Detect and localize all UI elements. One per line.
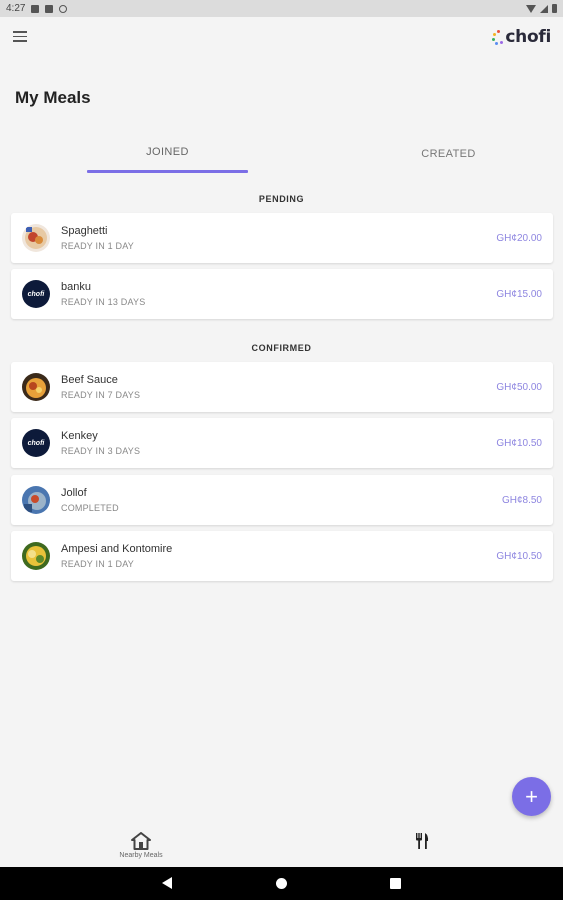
- nav-label: Nearby Meals: [119, 852, 163, 859]
- system-nav-bar: [0, 867, 563, 900]
- meal-name: Beef Sauce: [61, 374, 118, 386]
- tab-created[interactable]: CREATED: [368, 140, 529, 174]
- meal-card[interactable]: chofi Kenkey READY IN 3 DAYS GH¢10.50: [11, 418, 553, 468]
- meal-card[interactable]: chofi banku READY IN 13 DAYS GH¢15.00: [11, 269, 553, 319]
- status-time: 4:27: [6, 3, 26, 14]
- signal-icon: [540, 4, 548, 13]
- recent-apps-icon[interactable]: [390, 878, 401, 889]
- meal-name: Spaghetti: [61, 225, 108, 237]
- meal-name: Kenkey: [61, 430, 98, 442]
- section-pending: PENDING: [258, 194, 305, 204]
- meal-avatar: [22, 373, 50, 401]
- meal-price: GH¢8.50: [501, 495, 542, 506]
- plus-icon: +: [525, 783, 538, 809]
- notification-icon: [59, 4, 68, 13]
- meal-name: Jollof: [61, 487, 87, 499]
- app-logo: chofi: [492, 27, 551, 47]
- meal-status: READY IN 1 DAY: [61, 241, 134, 251]
- nav-nearby-meals[interactable]: Nearby Meals: [108, 823, 174, 867]
- add-meal-button[interactable]: +: [512, 777, 551, 816]
- meal-status: READY IN 3 DAYS: [61, 446, 141, 456]
- meal-card[interactable]: Ampesi and Kontomire READY IN 1 DAY GH¢1…: [11, 531, 553, 581]
- back-icon[interactable]: [162, 877, 172, 889]
- meal-avatar-logo: chofi: [22, 280, 50, 308]
- status-bar: 4:27: [0, 0, 563, 17]
- tab-bar: JOINED CREATED: [0, 140, 563, 176]
- battery-icon: [552, 4, 557, 13]
- meal-avatar: [22, 542, 50, 570]
- bottom-nav: Nearby Meals: [0, 823, 563, 867]
- home-circle-icon[interactable]: [276, 878, 287, 889]
- meal-card[interactable]: Beef Sauce READY IN 7 DAYS GH¢50.00: [11, 362, 553, 412]
- logo-dots-icon: [492, 29, 504, 45]
- fork-knife-icon: [416, 833, 429, 849]
- home-icon: [131, 832, 151, 850]
- meal-name: Ampesi and Kontomire: [61, 543, 173, 555]
- meal-avatar: [22, 224, 50, 252]
- notification-icon: [31, 4, 40, 13]
- meal-card[interactable]: Jollof COMPLETED GH¢8.50: [11, 475, 553, 525]
- meal-status: READY IN 7 DAYS: [61, 390, 141, 400]
- meal-price: GH¢10.50: [496, 551, 542, 562]
- meal-avatar-logo: chofi: [22, 429, 50, 457]
- meal-name: banku: [61, 281, 91, 293]
- meal-price: GH¢20.00: [496, 233, 542, 244]
- wifi-icon: [526, 4, 536, 13]
- meal-status: READY IN 1 DAY: [61, 559, 134, 569]
- page-title: My Meals: [15, 88, 91, 107]
- tab-indicator: [87, 170, 248, 173]
- meal-card[interactable]: Spaghetti READY IN 1 DAY GH¢20.00: [11, 213, 553, 263]
- meal-price: GH¢50.00: [496, 382, 542, 393]
- meal-price: GH¢15.00: [496, 289, 542, 300]
- meal-price: GH¢10.50: [496, 438, 542, 449]
- app-bar: chofi: [0, 17, 563, 59]
- meal-status: COMPLETED: [61, 503, 119, 513]
- logo-text: chofi: [505, 27, 551, 47]
- tab-joined[interactable]: JOINED: [87, 140, 248, 174]
- meal-status: READY IN 13 DAYS: [61, 297, 146, 307]
- meal-avatar: [22, 486, 50, 514]
- section-confirmed: CONFIRMED: [251, 343, 312, 353]
- nav-my-meals[interactable]: [400, 823, 444, 867]
- hamburger-icon[interactable]: [13, 31, 27, 42]
- notification-icon: [45, 4, 54, 13]
